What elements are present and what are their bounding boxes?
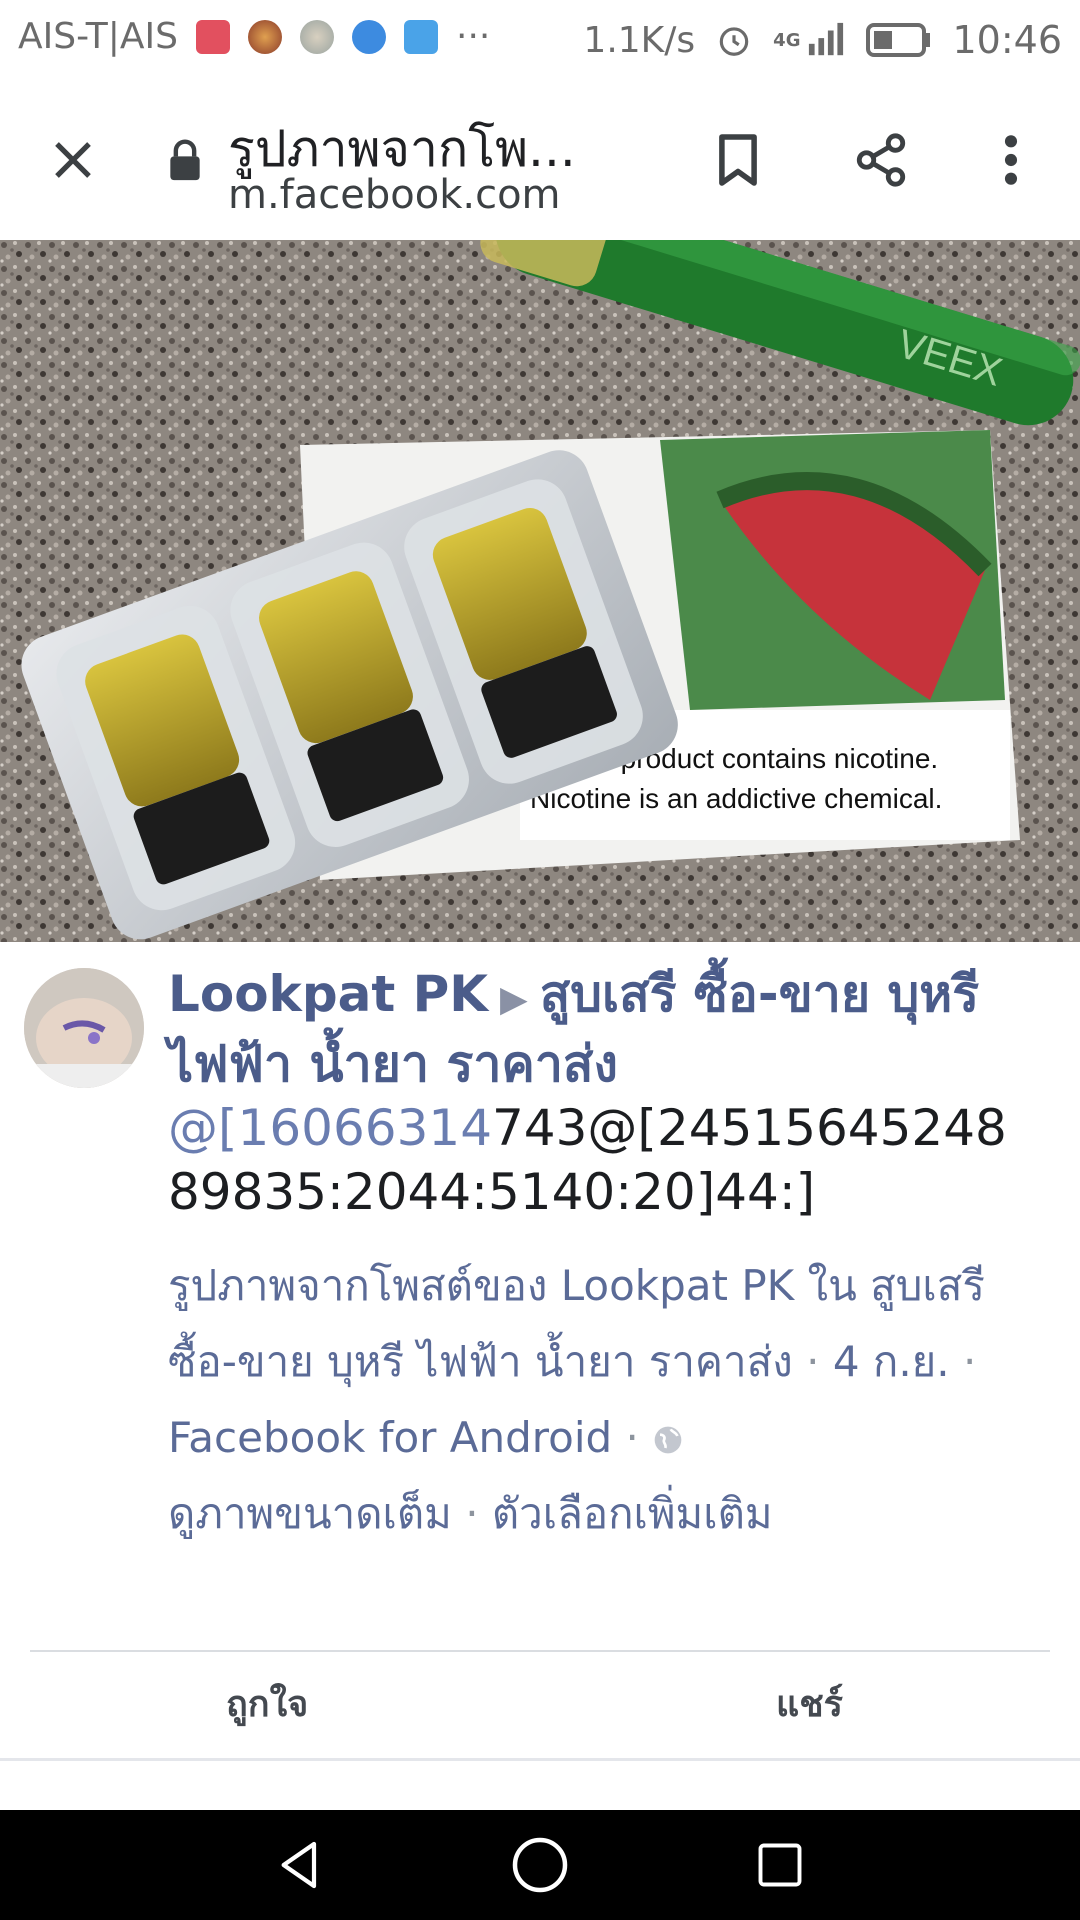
arrow-right-icon: ▶	[500, 979, 528, 1020]
clock: 10:46	[952, 18, 1062, 62]
home-circle-icon	[512, 1837, 568, 1893]
lock-icon	[170, 139, 200, 181]
cloud-app-icon	[352, 19, 386, 54]
more-options-button[interactable]	[956, 80, 1066, 240]
overflow-indicator: ···	[456, 16, 491, 57]
post-meta: รูปภาพจากโพสต์ของ Lookpat PK ใน สูบเสรี …	[168, 1248, 1048, 1552]
post-source: Facebook for Android	[168, 1413, 613, 1462]
post-date[interactable]: 4 ก.ย.	[833, 1337, 950, 1386]
mention-link[interactable]: @[16066314	[168, 1099, 492, 1157]
browser-toolbar: รูปภาพจากโพ... m.facebook.com	[0, 80, 1080, 240]
author-avatar[interactable]	[24, 968, 144, 1088]
view-full-size-link[interactable]: ดูภาพขนาดเต็ม	[168, 1489, 452, 1538]
divider	[30, 1650, 1050, 1652]
system-nav-bar	[0, 1810, 1080, 1920]
author-name-link[interactable]: Lookpat PK	[168, 965, 488, 1023]
bookmark-icon	[719, 134, 757, 186]
back-triangle-icon	[281, 1841, 317, 1889]
avatar-image	[24, 968, 144, 1088]
home-button[interactable]	[480, 1810, 600, 1920]
globe-icon	[654, 1426, 682, 1454]
notification-avatar-icon	[248, 19, 282, 54]
status-bar: AIS-T|AIS ··· 1.1K/s 4G 10:46	[0, 0, 1080, 80]
separator: ·	[962, 1337, 977, 1386]
back-button[interactable]	[240, 1810, 360, 1920]
more-vert-icon	[1004, 135, 1018, 185]
post-photo[interactable]: This product contains nicotine. Nicotine…	[0, 240, 1080, 942]
recents-button[interactable]	[720, 1810, 840, 1920]
carrier-label: AIS-T|AIS	[18, 16, 178, 57]
alarm-icon	[719, 27, 749, 56]
close-button[interactable]	[18, 80, 128, 240]
share-post-button[interactable]: แชร์	[776, 1660, 843, 1746]
bookmark-button[interactable]	[683, 80, 793, 240]
warning-line-2: Nicotine is an addictive chemical.	[530, 783, 942, 814]
close-icon	[55, 142, 91, 178]
battery-icon	[866, 23, 931, 57]
separator: ·	[465, 1489, 479, 1538]
network-type: 4G	[773, 29, 801, 51]
more-options-link[interactable]: ตัวเลือกเพิ่มเติม	[492, 1489, 773, 1538]
divider	[0, 1758, 1080, 1761]
recents-square-icon	[758, 1843, 802, 1887]
signal-icon	[809, 22, 844, 56]
gallery-icon	[404, 19, 438, 54]
separator: ·	[806, 1337, 820, 1386]
post-header: Lookpat PK ▶ สูบเสรี ซื้อ-ขาย บุหรี ไฟฟ้า …	[168, 962, 1048, 1224]
separator: ·	[625, 1413, 639, 1462]
site-security-button[interactable]	[130, 80, 240, 240]
notification-avatar-icon	[300, 19, 334, 54]
like-button[interactable]: ถูกใจ	[226, 1660, 308, 1746]
photo-illustration: This product contains nicotine. Nicotine…	[0, 240, 1080, 942]
sim-icon	[196, 19, 230, 54]
page-url: m.facebook.com	[228, 172, 561, 218]
share-icon	[856, 133, 906, 187]
share-button[interactable]	[826, 80, 936, 240]
net-speed: 1.1K/s	[583, 19, 696, 61]
